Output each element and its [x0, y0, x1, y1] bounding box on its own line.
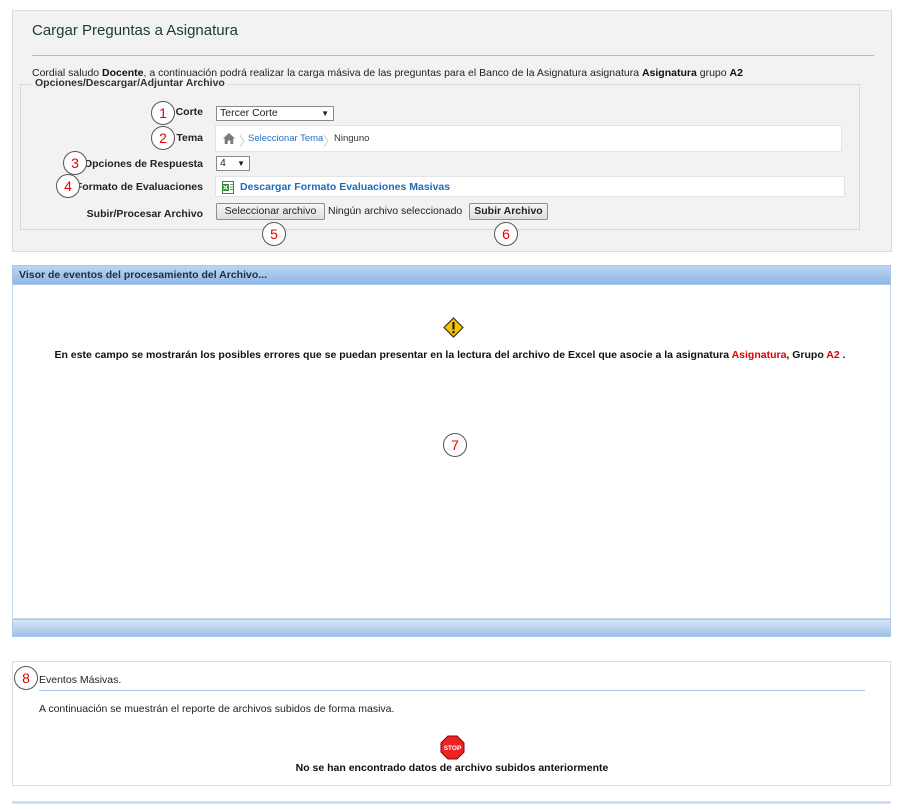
- message-part: .: [839, 349, 846, 361]
- message-group: A2: [826, 349, 840, 361]
- corte-select[interactable]: Tercer Corte ▼: [216, 106, 334, 121]
- select-topic-link[interactable]: Seleccionar Tema: [248, 133, 323, 144]
- events-description: A continuación se muestrán el reporte de…: [39, 703, 395, 715]
- upload-button[interactable]: Subir Archivo: [469, 203, 548, 220]
- tema-label: Tema: [176, 132, 203, 144]
- download-format-link[interactable]: Descargar Formato Evaluaciones Masivas: [240, 181, 450, 193]
- options-select[interactable]: 4 ▼: [216, 156, 250, 171]
- events-title: Eventos Másivas.: [39, 674, 122, 686]
- event-viewer-message: En este campo se mostrarán los posibles …: [0, 349, 900, 361]
- event-viewer-footer: [12, 619, 891, 637]
- warning-icon: [443, 317, 464, 341]
- fieldset-legend: Opciones/Descargar/Adjuntar Archivo: [32, 77, 228, 89]
- callout-8: 8: [14, 666, 38, 690]
- events-divider: [39, 690, 865, 691]
- callout-7: 7: [443, 433, 467, 457]
- no-file-text: Ningún archivo seleccionado: [328, 205, 463, 217]
- current-topic: Ninguno: [334, 133, 370, 144]
- corte-select-value: Tercer Corte: [220, 107, 278, 119]
- format-download-box: Descargar Formato Evaluaciones Masivas: [215, 176, 845, 197]
- options-select-value: 4: [220, 157, 226, 169]
- upload-label: Subir/Procesar Archivo: [86, 208, 203, 220]
- intro-group: A2: [729, 67, 743, 79]
- events-empty-message: No se han encontrado datos de archivo su…: [295, 762, 609, 774]
- stop-icon-text: STOP: [444, 745, 462, 752]
- title-divider: [32, 55, 874, 56]
- message-subject: Asignatura: [731, 349, 787, 361]
- event-viewer-title: Visor de eventos del procesamiento del A…: [19, 269, 267, 281]
- bottom-bar: [12, 801, 891, 804]
- callout-6: 6: [494, 222, 518, 246]
- callout-5: 5: [262, 222, 286, 246]
- callout-4: 4: [56, 174, 80, 198]
- home-icon[interactable]: [223, 133, 235, 147]
- chevron-down-icon: ▼: [321, 109, 329, 118]
- stop-icon: STOP: [440, 735, 465, 763]
- format-label: Formato de Evaluaciones: [75, 181, 203, 193]
- intro-part: grupo: [696, 67, 730, 79]
- excel-file-icon: [222, 181, 235, 197]
- event-viewer-header: Visor de eventos del procesamiento del A…: [12, 265, 891, 285]
- breadcrumb: 〉 Seleccionar Tema 〉 Ninguno: [215, 125, 842, 152]
- message-part: , Grupo: [786, 349, 827, 361]
- corte-label: Corte: [175, 106, 203, 118]
- callout-3: 3: [63, 151, 87, 175]
- chevron-down-icon: ▼: [237, 159, 245, 168]
- message-part: En este campo se mostrarán los posibles …: [54, 349, 732, 361]
- intro-subject: Asignatura: [641, 67, 697, 79]
- callout-2: 2: [151, 126, 175, 150]
- options-label: Opciones de Respuesta: [83, 158, 203, 170]
- page-title: Cargar Preguntas a Asignatura: [32, 22, 238, 39]
- callout-1: 1: [151, 101, 175, 125]
- select-file-button[interactable]: Seleccionar archivo: [216, 203, 325, 220]
